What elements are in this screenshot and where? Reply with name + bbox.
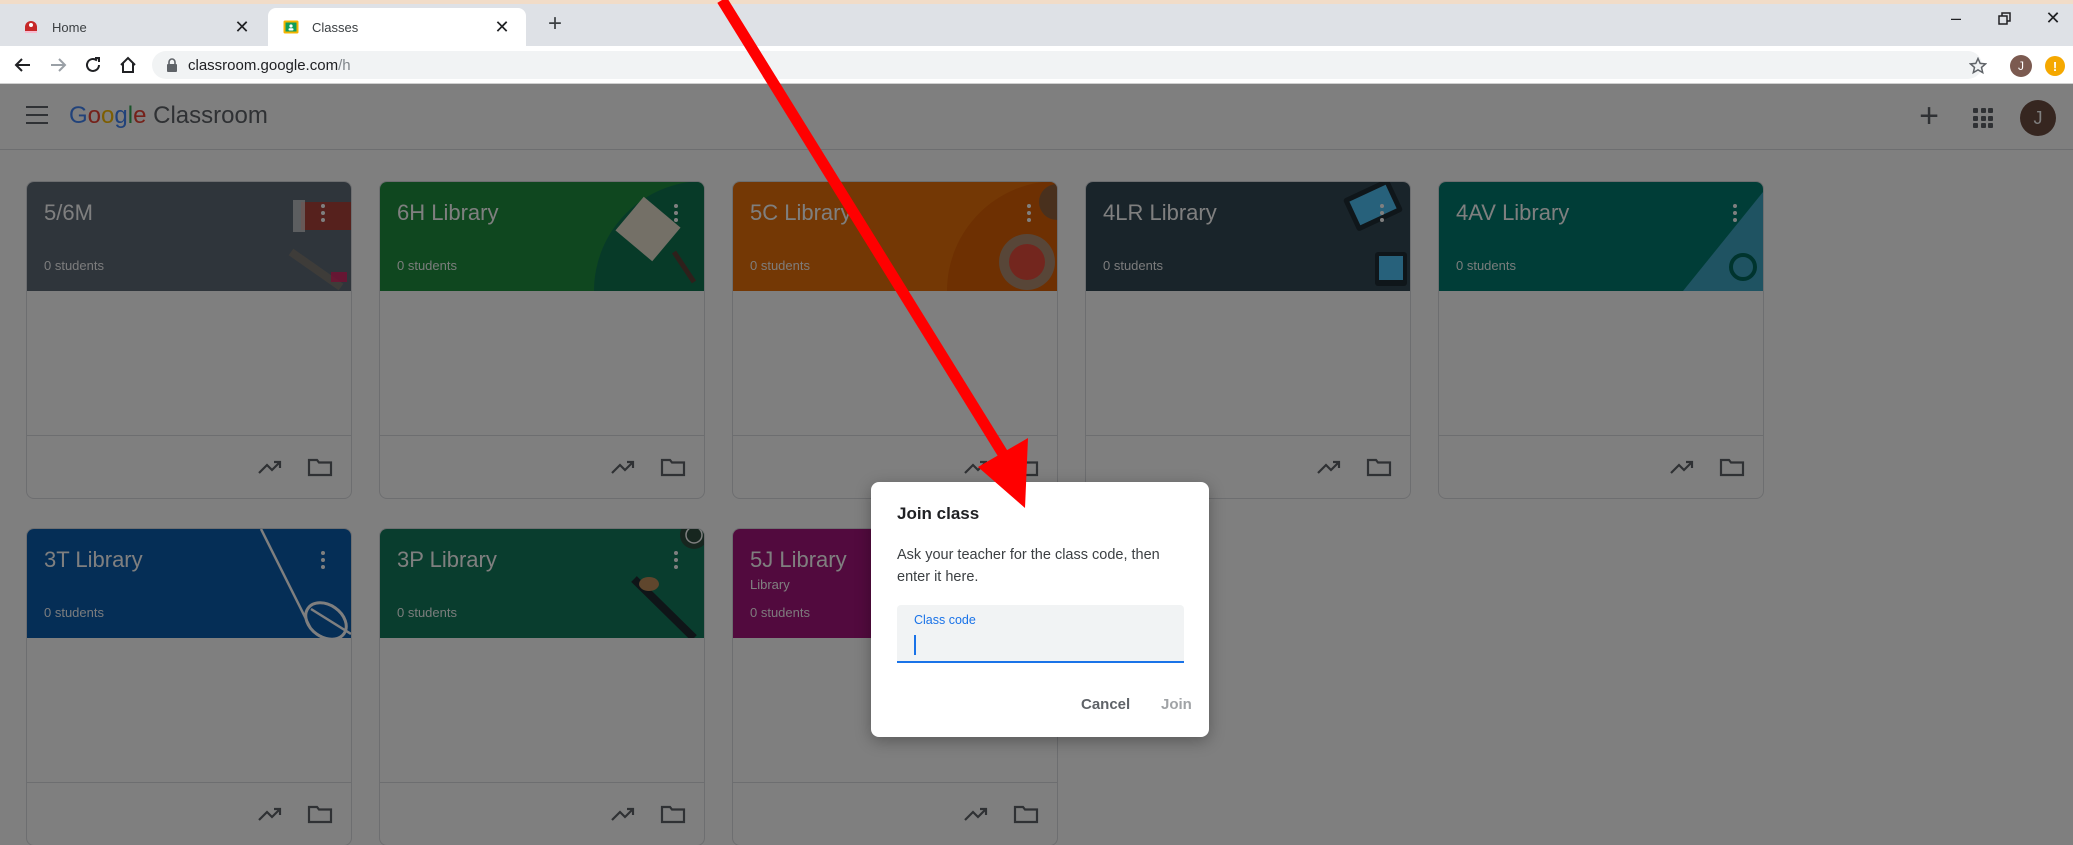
- restore-window-icon[interactable]: [1985, 8, 2025, 31]
- profile-initial: J: [2010, 55, 2032, 77]
- close-tab-icon[interactable]: ✕: [492, 17, 512, 38]
- browser-update-alert-icon[interactable]: !: [2043, 54, 2067, 78]
- browser-tab-home[interactable]: Home ✕: [8, 8, 266, 46]
- close-tab-icon[interactable]: ✕: [232, 17, 252, 38]
- browser-tab-strip: Home ✕ Classes ✕ + – ✕: [0, 0, 2073, 46]
- url-host: classroom.google.com: [188, 56, 339, 74]
- new-tab-button[interactable]: +: [540, 10, 570, 38]
- browser-toolbar: classroom.google.com/h J !: [0, 46, 2073, 84]
- back-arrow-icon[interactable]: [9, 52, 37, 78]
- url-path: /h: [338, 56, 351, 74]
- lock-icon: [166, 58, 178, 72]
- minimize-window-icon[interactable]: –: [1936, 8, 1976, 29]
- text-cursor: [914, 635, 916, 655]
- cancel-button[interactable]: Cancel: [1081, 696, 1130, 713]
- dialog-description: Ask your teacher for the class code, the…: [897, 547, 1160, 585]
- join-button[interactable]: Join: [1161, 696, 1192, 713]
- class-code-field[interactable]: Class code: [897, 605, 1184, 663]
- reload-icon[interactable]: [79, 52, 107, 78]
- classroom-favicon-icon: [282, 18, 300, 36]
- class-code-input[interactable]: [917, 633, 1167, 657]
- browser-profile-avatar[interactable]: J: [2009, 54, 2033, 78]
- class-code-label: Class code: [914, 613, 976, 627]
- forward-arrow-icon[interactable]: [44, 52, 72, 78]
- browser-tab-classes[interactable]: Classes ✕: [268, 8, 526, 46]
- desktop-wallpaper-strip: [0, 0, 2073, 4]
- dialog-title: Join class: [897, 504, 980, 523]
- home-icon[interactable]: [114, 52, 142, 78]
- home-favicon-icon: [22, 18, 40, 36]
- bookmark-star-icon[interactable]: [1966, 54, 1990, 78]
- address-bar[interactable]: classroom.google.com/h: [152, 51, 1982, 79]
- close-window-icon[interactable]: ✕: [2033, 8, 2073, 29]
- tab-title: Classes: [312, 19, 359, 35]
- join-class-dialog: Join class Ask your teacher for the clas…: [871, 482, 1209, 737]
- tab-title: Home: [52, 19, 87, 35]
